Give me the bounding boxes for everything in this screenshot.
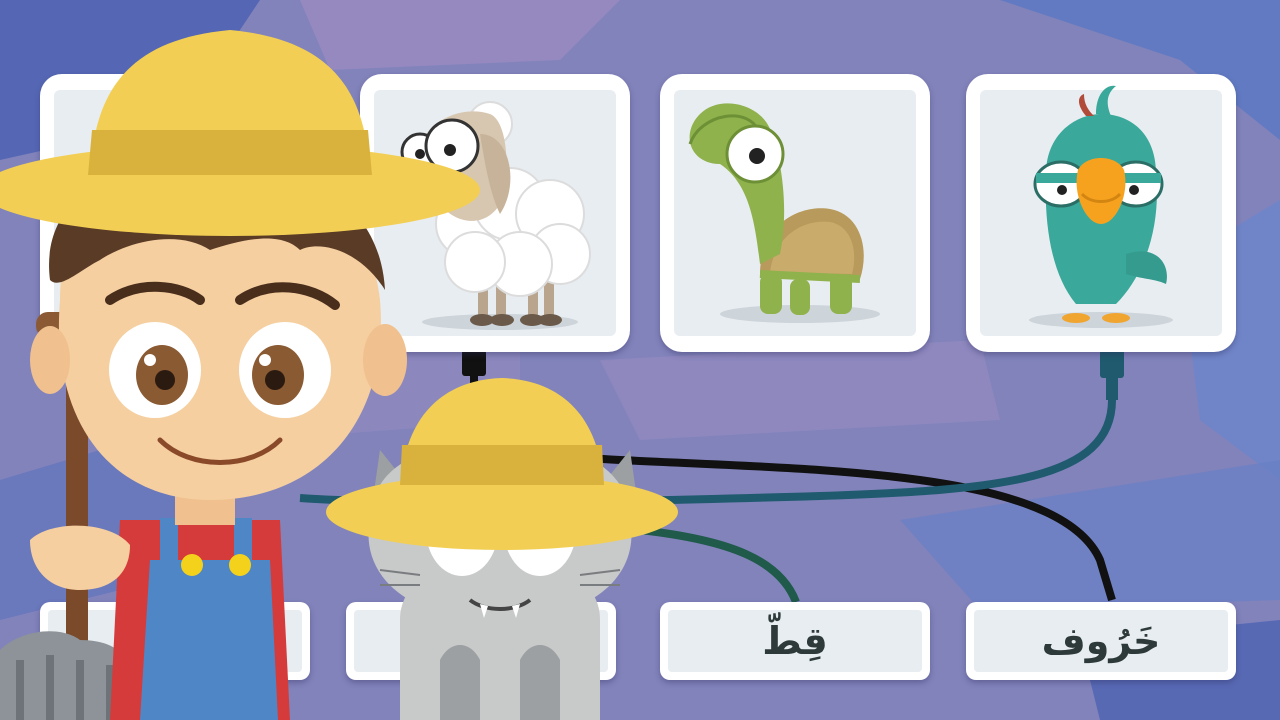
word-label: خَرُوف	[974, 610, 1228, 672]
sheep-icon	[400, 101, 591, 330]
word-label: بَبغاء	[354, 610, 608, 672]
picture-card-turtle[interactable]	[660, 74, 930, 352]
cow-icon	[105, 306, 245, 322]
word-card-1[interactable]: بَقَرة	[40, 602, 310, 680]
word-card-3[interactable]: قِطّ	[660, 602, 930, 680]
picture-card-cow[interactable]	[40, 74, 310, 352]
word-label: بَقَرة	[48, 610, 302, 672]
turtle-icon	[688, 103, 880, 323]
word-card-4[interactable]: خَرُوف	[966, 602, 1236, 680]
word-label: قِطّ	[668, 610, 922, 672]
word-card-2[interactable]: بَبغاء	[346, 602, 616, 680]
parrot-icon	[1029, 85, 1173, 328]
picture-card-parrot[interactable]	[966, 74, 1236, 352]
picture-card-sheep[interactable]	[360, 74, 630, 352]
